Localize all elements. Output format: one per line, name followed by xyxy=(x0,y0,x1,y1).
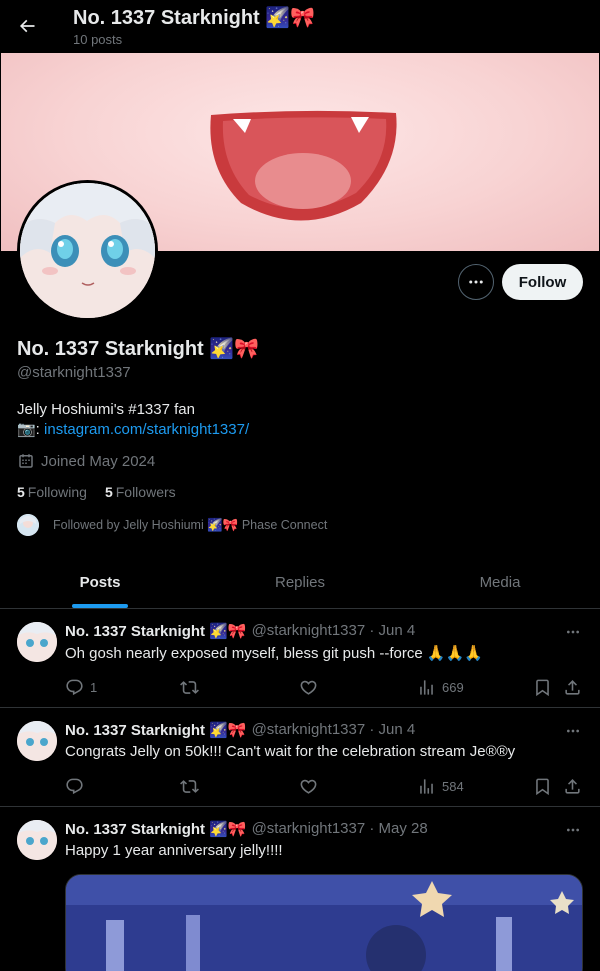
post-header: No. 1337 Starknight 🌠🎀 @starknight1337 ·… xyxy=(65,622,415,640)
avatar-art xyxy=(20,183,155,318)
post-author-name[interactable]: No. 1337 Starknight 🌠🎀 xyxy=(65,721,247,739)
reply-icon xyxy=(66,679,83,695)
followers-link[interactable]: 5 Followers xyxy=(105,484,176,500)
post-more-button[interactable] xyxy=(562,722,584,740)
post-header: No. 1337 Starknight 🌠🎀 @starknight1337 ·… xyxy=(65,721,415,739)
media-art xyxy=(66,875,582,971)
followed-by-text: Followed by Jelly Hoshiumi 🌠🎀 Phase Conn… xyxy=(53,517,328,532)
post-text: Happy 1 year anniversary jelly!!!! xyxy=(65,842,283,859)
post-actions: 584 xyxy=(65,775,585,797)
top-bar: No. 1337 Starknight 🌠🎀 10 posts xyxy=(0,0,600,53)
post-text: Oh gosh nearly exposed myself, bless git… xyxy=(65,645,483,662)
followed-by[interactable]: Followed by Jelly Hoshiumi 🌠🎀 Phase Conn… xyxy=(17,514,327,536)
reply-button[interactable]: 1 xyxy=(65,676,97,698)
avatar[interactable] xyxy=(17,622,57,662)
share-button[interactable] xyxy=(563,676,582,698)
back-button[interactable] xyxy=(10,9,44,43)
ellipsis-icon xyxy=(567,828,579,832)
avatar[interactable] xyxy=(17,721,57,761)
post-header: No. 1337 Starknight 🌠🎀 @starknight1337 ·… xyxy=(65,820,428,838)
follow-counts: 5 Following 5 Followers xyxy=(17,484,176,500)
like-button[interactable] xyxy=(299,775,318,797)
ellipsis-icon xyxy=(567,729,579,733)
followers-label: Followers xyxy=(115,484,176,500)
following-count: 5 xyxy=(17,484,25,500)
tab-media[interactable]: Media xyxy=(400,556,600,608)
post-meta[interactable]: @starknight1337 · Jun 4 xyxy=(252,721,416,739)
profile-display-name: No. 1337 Starknight 🌠🎀 xyxy=(17,338,260,360)
views-button[interactable]: 584 xyxy=(417,775,464,797)
views-button[interactable]: 669 xyxy=(417,676,464,698)
post-meta[interactable]: @starknight1337 · Jun 4 xyxy=(252,622,416,640)
joined-text: Joined May 2024 xyxy=(41,452,156,470)
repost-icon xyxy=(180,779,199,793)
profile-avatar[interactable] xyxy=(17,180,158,321)
tab-posts[interactable]: Posts xyxy=(0,556,200,608)
views-count: 669 xyxy=(442,679,464,695)
repost-icon xyxy=(180,680,199,694)
reply-icon xyxy=(66,778,83,794)
bio-line: Jelly Hoshiumi's #1337 fan xyxy=(17,401,195,418)
post-author-name[interactable]: No. 1337 Starknight 🌠🎀 xyxy=(65,820,247,838)
follower-avatar xyxy=(17,514,39,536)
heart-icon xyxy=(300,680,317,695)
bio-link[interactable]: instagram.com/starknight1337/ xyxy=(44,421,249,438)
repost-button[interactable] xyxy=(180,775,199,797)
tab-replies[interactable]: Replies xyxy=(200,556,400,608)
post-meta[interactable]: @starknight1337 · May 28 xyxy=(252,820,428,838)
share-button[interactable] xyxy=(563,775,582,797)
bookmark-icon xyxy=(536,778,549,795)
bio-camera-prefix: 📷: xyxy=(17,421,45,438)
avatar[interactable] xyxy=(17,820,57,860)
views-count: 584 xyxy=(442,778,464,794)
ellipsis-icon xyxy=(469,280,483,284)
profile-tabs: Posts Replies Media xyxy=(0,556,600,609)
bookmark-button[interactable] xyxy=(533,676,552,698)
heart-icon xyxy=(300,779,317,794)
repost-button[interactable] xyxy=(180,676,199,698)
ellipsis-icon xyxy=(567,630,579,634)
post-actions: 1 669 xyxy=(65,676,585,698)
post-author-name[interactable]: No. 1337 Starknight 🌠🎀 xyxy=(65,622,247,640)
more-options-button[interactable] xyxy=(458,264,494,300)
views-icon xyxy=(420,778,433,794)
joined-date: Joined May 2024 xyxy=(17,452,155,470)
header-title: No. 1337 Starknight 🌠🎀 xyxy=(73,7,316,29)
bookmark-button[interactable] xyxy=(533,775,552,797)
bookmark-icon xyxy=(536,679,549,696)
profile-bio: Jelly Hoshiumi's #1337 fan 📷: instagram.… xyxy=(17,400,249,440)
calendar-icon xyxy=(19,454,33,468)
post-more-button[interactable] xyxy=(562,821,584,839)
following-link[interactable]: 5 Following xyxy=(17,484,87,500)
post-more-button[interactable] xyxy=(562,623,584,641)
share-icon xyxy=(565,679,580,695)
reply-count: 1 xyxy=(90,679,98,695)
follow-button[interactable]: Follow xyxy=(502,264,583,300)
views-icon xyxy=(420,679,433,695)
followers-count: 5 xyxy=(104,484,113,500)
post-text: Congrats Jelly on 50k!!! Can't wait for … xyxy=(65,743,516,760)
arrow-left-icon xyxy=(19,19,35,33)
like-button[interactable] xyxy=(299,676,318,698)
following-label: Following xyxy=(27,484,87,500)
post-count: 10 posts xyxy=(73,32,123,47)
post-media-image[interactable] xyxy=(65,874,583,971)
reply-button[interactable] xyxy=(65,775,84,797)
post-item[interactable]: No. 1337 Starknight 🌠🎀 @starknight1337 ·… xyxy=(0,708,600,807)
profile-handle: @starknight1337 xyxy=(17,364,131,381)
share-icon xyxy=(565,778,580,794)
post-item[interactable]: No. 1337 Starknight 🌠🎀 @starknight1337 ·… xyxy=(0,609,600,708)
